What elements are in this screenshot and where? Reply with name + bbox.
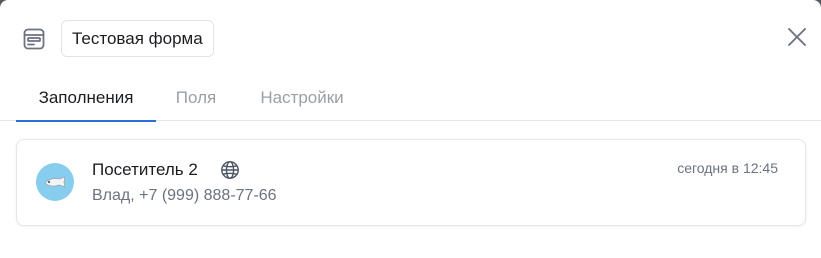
avatar	[36, 163, 74, 201]
globe-icon	[220, 160, 240, 180]
tab-fields[interactable]: Поля	[163, 74, 229, 121]
tab-label: Настройки	[260, 87, 344, 107]
form-title: Тестовая форма	[72, 28, 203, 48]
tab-label: Заполнения	[38, 87, 134, 107]
tab-bar: Заполнения Поля Настройки	[0, 74, 821, 122]
tab-label: Поля	[175, 87, 217, 107]
fish-icon	[44, 176, 66, 188]
submission-time: сегодня в 12:45	[677, 160, 778, 176]
close-icon	[787, 27, 807, 52]
close-button[interactable]	[784, 26, 810, 52]
visitor-name: Посетитель 2	[92, 160, 198, 179]
tab-submissions[interactable]: Заполнения	[16, 74, 156, 122]
panel-header: Тестовая форма	[0, 0, 821, 74]
form-icon	[21, 26, 47, 52]
submission-card[interactable]: Посетитель 2 Влад, +7 (999) 888-77-66 се…	[16, 139, 806, 226]
form-panel: Тестовая форма Заполнения Поля Настройки	[0, 0, 821, 258]
tab-settings[interactable]: Настройки	[244, 74, 360, 121]
visitor-contact: Влад, +7 (999) 888-77-66	[92, 187, 277, 204]
form-title-input[interactable]: Тестовая форма	[61, 20, 214, 57]
